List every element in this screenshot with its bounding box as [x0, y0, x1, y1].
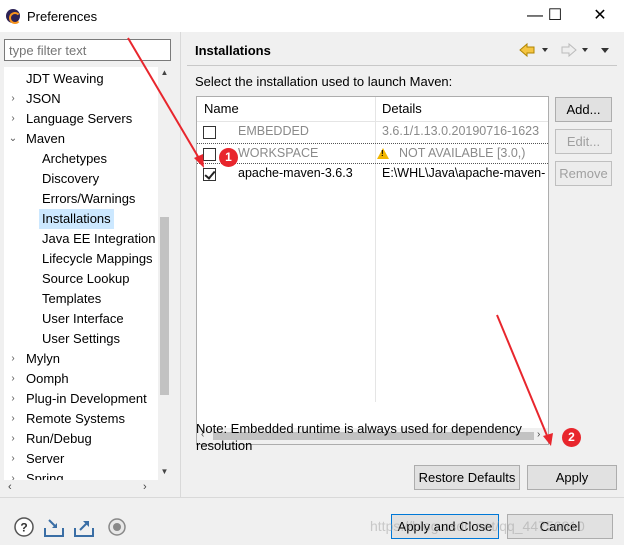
sidebar-item-jdt-weaving[interactable]: JDT Weaving: [26, 69, 104, 89]
row-details: 3.6.1/1.13.0.20190716-1623: [382, 124, 540, 138]
sidebar-item-installations[interactable]: Installations: [39, 209, 114, 229]
sidebar-item-plug-in-development[interactable]: Plug-in Development: [26, 389, 147, 409]
page-title: Installations: [195, 43, 271, 58]
back-arrow-icon[interactable]: [519, 42, 535, 58]
sidebar-item-spring[interactable]: Spring: [26, 469, 64, 480]
row-checkbox[interactable]: [203, 126, 216, 139]
edit-button[interactable]: Edit...: [555, 129, 612, 154]
row-name: WORKSPACE: [238, 146, 319, 160]
filter-input[interactable]: [4, 39, 171, 61]
installation-intro-label: Select the installation used to launch M…: [195, 74, 453, 89]
sidebar-item-mylyn[interactable]: Mylyn: [26, 349, 60, 369]
sidebar-item-templates[interactable]: Templates: [42, 289, 101, 309]
tree-scroll-thumb[interactable]: [160, 217, 169, 395]
sidebar-item-maven[interactable]: Maven: [26, 129, 65, 149]
title-bar: Preferences — ☐ ✕: [0, 0, 624, 32]
oomph-record-icon[interactable]: [106, 516, 128, 538]
sidebar-item-java-ee-integration[interactable]: Java EE Integration: [42, 229, 155, 249]
apply-button[interactable]: Apply: [527, 465, 617, 490]
restore-defaults-button[interactable]: Restore Defaults: [414, 465, 520, 490]
table-row[interactable]: WORKSPACE NOT AVAILABLE [3.0,): [197, 143, 548, 164]
sidebar-item-run-debug[interactable]: Run/Debug: [26, 429, 92, 449]
expand-chevron-icon[interactable]: ›: [8, 109, 18, 129]
preference-tree: JDT Weaving › JSON › Language Servers ⌄ Maven A…: [4, 67, 171, 480]
expand-chevron-icon[interactable]: ›: [8, 409, 18, 429]
watermark: https://blog.csdn.net/qq_44756810: [370, 518, 585, 534]
expand-chevron-icon[interactable]: ›: [8, 469, 18, 480]
sidebar-item-json[interactable]: JSON: [26, 89, 61, 109]
expand-chevron-icon[interactable]: ›: [8, 349, 18, 369]
import-icon[interactable]: [43, 516, 65, 538]
row-details: NOT AVAILABLE [3.0,): [399, 146, 526, 160]
tree-vertical-scrollbar[interactable]: ▲ ▼: [158, 67, 171, 480]
row-checkbox[interactable]: [203, 148, 216, 161]
sidebar-item-errors-warnings[interactable]: Errors/Warnings: [42, 189, 135, 209]
sidebar-item-user-settings[interactable]: User Settings: [42, 329, 120, 349]
scroll-up-icon[interactable]: ▲: [158, 68, 171, 77]
view-menu-icon[interactable]: [601, 48, 609, 53]
expand-chevron-icon[interactable]: ›: [8, 449, 18, 469]
row-name: apache-maven-3.6.3: [238, 166, 353, 180]
table-row[interactable]: EMBEDDED 3.6.1/1.13.0.20190716-1623: [197, 122, 548, 143]
svg-text:?: ?: [20, 521, 27, 535]
installations-table: Name Details EMBEDDED 3.6.1/1.13.0.20190…: [196, 96, 549, 445]
sidebar-item-lifecycle-mappings[interactable]: Lifecycle Mappings: [42, 249, 153, 269]
close-button[interactable]: ✕: [585, 5, 615, 27]
export-icon[interactable]: [73, 516, 95, 538]
scroll-right-icon[interactable]: ›: [143, 480, 147, 494]
back-menu-chevron-icon[interactable]: [542, 48, 548, 52]
window-title: Preferences: [27, 9, 98, 24]
sidebar-item-server[interactable]: Server: [26, 449, 64, 469]
sidebar-item-language-servers[interactable]: Language Servers: [26, 109, 132, 129]
pane-divider[interactable]: [180, 32, 181, 497]
header-separator: [187, 65, 617, 66]
table-row[interactable]: apache-maven-3.6.3 E:\WHL\Java\apache-ma…: [197, 164, 548, 185]
scroll-left-icon[interactable]: ‹: [8, 480, 12, 494]
sidebar-item-remote-systems[interactable]: Remote Systems: [26, 409, 125, 429]
add-button[interactable]: Add...: [555, 97, 612, 122]
footer-separator: [0, 497, 624, 498]
scroll-down-icon[interactable]: ▼: [158, 467, 171, 476]
expand-chevron-icon[interactable]: ›: [8, 89, 18, 109]
embedded-runtime-note: Note: Embedded runtime is always used fo…: [196, 421, 522, 453]
annotation-badge-1: 1: [219, 148, 238, 167]
tree-horizontal-scrollbar[interactable]: ‹ ›: [4, 480, 171, 494]
sidebar-item-user-interface[interactable]: User Interface: [42, 309, 124, 329]
expand-chevron-icon[interactable]: ›: [8, 389, 18, 409]
eclipse-app-icon: [6, 9, 21, 24]
forward-menu-chevron-icon[interactable]: [582, 48, 588, 52]
sidebar-item-oomph[interactable]: Oomph: [26, 369, 69, 389]
expand-chevron-icon[interactable]: ›: [8, 369, 18, 389]
row-details: E:\WHL\Java\apache-maven-: [382, 166, 546, 180]
column-header-details[interactable]: Details: [375, 97, 422, 121]
dialog-body: JDT Weaving›JSON›Language Servers⌄MavenA…: [0, 32, 624, 545]
sidebar-item-discovery[interactable]: Discovery: [42, 169, 99, 189]
warning-icon: [377, 148, 389, 159]
sidebar-item-source-lookup[interactable]: Source Lookup: [42, 269, 129, 289]
maximize-button[interactable]: ☐: [540, 5, 570, 27]
annotation-badge-2: 2: [562, 428, 581, 447]
history-nav: [519, 42, 609, 58]
collapse-chevron-icon[interactable]: ⌄: [8, 129, 18, 149]
forward-arrow-icon[interactable]: [561, 42, 577, 58]
remove-button[interactable]: Remove: [555, 161, 612, 186]
row-checkbox-checked[interactable]: [203, 168, 216, 181]
help-icon[interactable]: ?: [13, 516, 35, 538]
row-name: EMBEDDED: [238, 124, 309, 138]
column-header-name[interactable]: Name: [197, 97, 239, 121]
sidebar-item-archetypes[interactable]: Archetypes: [42, 149, 107, 169]
expand-chevron-icon[interactable]: ›: [8, 429, 18, 449]
